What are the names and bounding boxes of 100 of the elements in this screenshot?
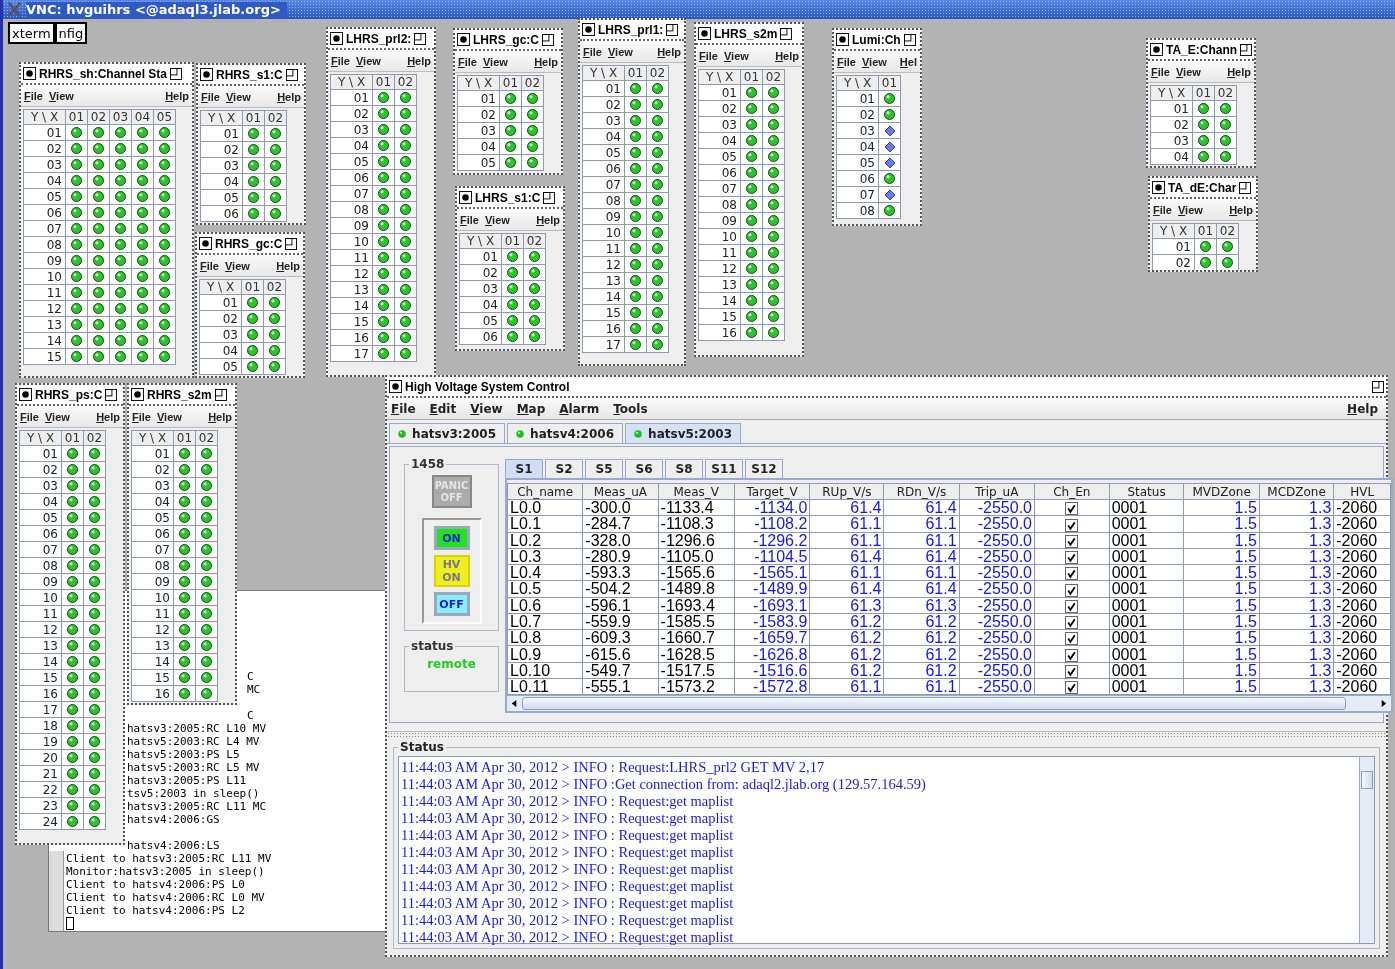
window-menu-icon[interactable] xyxy=(19,388,32,401)
slot-tab[interactable]: S6 xyxy=(625,459,663,478)
window-menu-icon[interactable] xyxy=(457,33,470,46)
maximize-icon[interactable] xyxy=(780,27,793,40)
checkbox[interactable] xyxy=(1065,502,1079,516)
window-menu-icon[interactable] xyxy=(1150,43,1163,56)
checkbox[interactable] xyxy=(1065,551,1079,565)
menu-item[interactable]: Help xyxy=(165,89,189,102)
window-menu-icon[interactable] xyxy=(23,67,36,80)
launcher-button[interactable]: xterm xyxy=(8,22,55,44)
menu-item[interactable]: Help xyxy=(1227,65,1251,78)
menu-item[interactable]: Hel xyxy=(899,55,917,68)
menu-item[interactable]: File xyxy=(200,259,219,272)
menu-item[interactable]: View xyxy=(48,89,74,102)
menu-item[interactable]: View xyxy=(224,259,250,272)
window-menu-icon[interactable] xyxy=(1152,181,1165,194)
menu-item[interactable]: Help xyxy=(277,90,301,103)
on-button[interactable]: ON xyxy=(433,526,470,550)
menu-item[interactable]: Map xyxy=(516,401,546,416)
maximize-icon[interactable] xyxy=(1240,43,1253,56)
maximize-icon[interactable] xyxy=(1372,380,1384,393)
menu-item[interactable]: Help xyxy=(536,213,560,226)
menu-item[interactable]: File xyxy=(1153,203,1172,216)
maximize-icon[interactable] xyxy=(285,68,298,81)
maximize-icon[interactable] xyxy=(543,191,556,204)
maximize-icon[interactable] xyxy=(542,33,554,46)
slot-tab[interactable]: S1 xyxy=(505,459,543,478)
menu-item[interactable]: File xyxy=(837,55,856,68)
window-menu-icon[interactable] xyxy=(200,68,213,81)
menu-item[interactable]: File xyxy=(24,89,43,102)
launcher-button[interactable]: nfig xyxy=(54,22,88,44)
server-tab[interactable]: hatsv3:2005 xyxy=(389,423,505,443)
scrollbar[interactable] xyxy=(49,851,64,931)
maximize-icon[interactable] xyxy=(903,33,916,46)
maximize-icon[interactable] xyxy=(214,388,227,401)
checkbox[interactable] xyxy=(1065,681,1079,695)
off-button[interactable]: OFF xyxy=(433,592,470,616)
scroll-left-icon[interactable] xyxy=(510,699,519,709)
maximize-icon[interactable] xyxy=(1239,181,1252,194)
menu-item[interactable]: View xyxy=(44,410,70,423)
menu-item[interactable]: View xyxy=(225,90,251,103)
menu-item[interactable]: File xyxy=(132,410,151,423)
menu-item[interactable]: View xyxy=(1177,203,1203,216)
server-tab[interactable]: hatsv4:2006 xyxy=(507,423,623,443)
slot-tab[interactable]: S5 xyxy=(585,459,623,478)
window-menu-icon[interactable] xyxy=(459,191,472,204)
maximize-icon[interactable] xyxy=(105,388,118,401)
maximize-icon[interactable] xyxy=(285,237,298,250)
menu-item[interactable]: File xyxy=(460,213,479,226)
checkbox[interactable] xyxy=(1065,616,1079,630)
menu-item[interactable]: View xyxy=(156,410,182,423)
vertical-scrollbar[interactable] xyxy=(1359,757,1374,943)
maximize-icon[interactable] xyxy=(170,67,183,80)
menu-item[interactable]: Help xyxy=(1347,401,1378,416)
menu-item[interactable]: View xyxy=(607,45,633,58)
menu-item[interactable]: Help xyxy=(657,45,681,58)
checkbox[interactable] xyxy=(1065,534,1079,548)
menu-item[interactable]: View xyxy=(484,213,510,226)
menu-item[interactable]: File xyxy=(699,49,718,62)
menu-item[interactable]: Help xyxy=(208,410,232,423)
checkbox[interactable] xyxy=(1065,567,1079,581)
menu-item[interactable]: File xyxy=(201,90,220,103)
window-menu-icon[interactable] xyxy=(389,380,402,393)
checkbox[interactable] xyxy=(1065,632,1079,646)
menu-item[interactable]: View xyxy=(355,54,381,67)
checkbox[interactable] xyxy=(1065,583,1079,597)
checkbox[interactable] xyxy=(1065,648,1079,662)
window-menu-icon[interactable] xyxy=(582,23,595,36)
menu-item[interactable]: Help xyxy=(96,410,120,423)
menu-item[interactable]: File xyxy=(331,54,350,67)
menu-item[interactable]: Help xyxy=(276,259,300,272)
maximize-icon[interactable] xyxy=(666,23,679,36)
menu-item[interactable]: View xyxy=(482,55,508,68)
menu-item[interactable]: View xyxy=(470,401,503,416)
menu-item[interactable]: File xyxy=(1151,65,1170,78)
menu-item[interactable]: View xyxy=(723,49,749,62)
slot-tab[interactable]: S12 xyxy=(745,459,783,478)
maximize-icon[interactable] xyxy=(414,32,427,45)
menu-item[interactable]: File xyxy=(583,45,602,58)
slot-tab[interactable]: S11 xyxy=(705,459,743,478)
menu-item[interactable]: Help xyxy=(775,49,799,62)
menu-item[interactable]: File xyxy=(391,401,416,416)
menu-item[interactable]: Help xyxy=(534,55,558,68)
window-menu-icon[interactable] xyxy=(836,33,849,46)
menu-item[interactable]: View xyxy=(861,55,887,68)
window-menu-icon[interactable] xyxy=(330,32,343,45)
menu-item[interactable]: Help xyxy=(1229,203,1253,216)
window-menu-icon[interactable] xyxy=(199,237,212,250)
checkbox[interactable] xyxy=(1065,518,1079,532)
menu-item[interactable]: Alarm xyxy=(559,401,600,416)
window-menu-icon[interactable] xyxy=(131,388,144,401)
menu-item[interactable]: Edit xyxy=(429,401,457,416)
horizontal-scrollbar[interactable] xyxy=(507,695,1391,712)
checkbox[interactable] xyxy=(1065,664,1079,678)
menu-item[interactable]: Tools xyxy=(613,401,648,416)
scroll-right-icon[interactable] xyxy=(1379,699,1388,709)
menu-item[interactable]: View xyxy=(1175,65,1201,78)
menu-item[interactable]: File xyxy=(458,55,477,68)
window-menu-icon[interactable] xyxy=(698,27,711,40)
server-tab[interactable]: hatsv5:2003 xyxy=(625,423,741,443)
